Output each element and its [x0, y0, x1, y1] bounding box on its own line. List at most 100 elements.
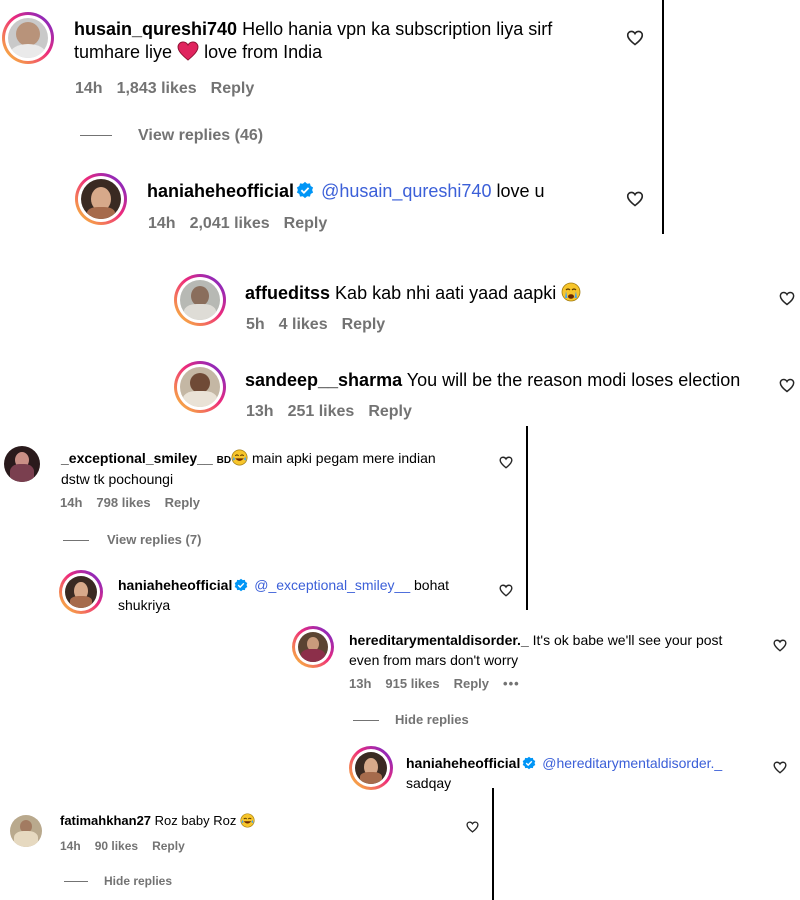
username[interactable]: husain_qureshi740	[74, 19, 237, 39]
comment-body: dstw tk pochoungi	[61, 470, 174, 487]
heart-outline-icon[interactable]	[626, 30, 644, 46]
reply-button[interactable]: Reply	[211, 80, 255, 97]
reply-button[interactable]: Reply	[165, 495, 200, 510]
reply-button[interactable]: Reply	[284, 215, 328, 232]
avatar[interactable]	[2, 12, 54, 64]
timestamp: 14h	[75, 80, 103, 97]
comment-body: tumhare liye	[74, 42, 173, 63]
like-count[interactable]: 915 likes	[385, 676, 439, 691]
comment-body: love u	[496, 181, 545, 201]
view-replies-label: View replies (7)	[107, 532, 202, 547]
heart-outline-icon[interactable]	[626, 191, 644, 207]
reply-button[interactable]: Reply	[342, 316, 386, 333]
timestamp: 5h	[246, 316, 265, 333]
comment-meta: 5h 4 likes Reply	[246, 316, 399, 334]
username[interactable]: affueditss	[245, 283, 330, 303]
comment-text: haniaheheofficial @_exceptional_smiley__…	[118, 575, 449, 616]
heart-outline-icon[interactable]	[499, 584, 513, 597]
view-replies-label: View replies (46)	[138, 127, 264, 144]
comment-meta: 14h 1,843 likes Reply	[75, 80, 268, 98]
username[interactable]: haniaheheofficial	[406, 755, 520, 771]
comment-body: bohat	[414, 577, 450, 593]
avatar[interactable]	[4, 446, 40, 482]
timestamp: 13h	[246, 403, 274, 420]
view-replies-button[interactable]: View replies (46)	[80, 127, 263, 145]
view-replies-button[interactable]: View replies (7)	[63, 532, 201, 547]
mention-link[interactable]: @_exceptional_smiley__	[254, 577, 410, 593]
heart-outline-icon[interactable]	[773, 639, 787, 652]
comment-meta: 14h 2,041 likes Reply	[148, 215, 341, 233]
verified-badge-icon	[235, 578, 248, 592]
country-badge: BD	[216, 455, 232, 466]
comment-text: haniaheheofficial @hereditarymentaldisor…	[406, 753, 722, 794]
reply-button[interactable]: Reply	[152, 839, 185, 853]
username[interactable]: _exceptional_smiley__	[61, 450, 213, 466]
hide-replies-label: Hide replies	[104, 874, 173, 888]
panel-divider	[492, 788, 494, 900]
comment-meta: 14h 798 likes Reply	[60, 495, 214, 510]
like-count[interactable]: 1,843 likes	[117, 80, 197, 97]
comment-text: affueditss Kab kab nhi aati yaad aapki	[245, 282, 581, 305]
avatar[interactable]	[10, 815, 42, 847]
username[interactable]: haniaheheofficial	[118, 577, 232, 593]
like-count[interactable]: 251 likes	[288, 403, 355, 420]
panel-divider	[526, 426, 528, 610]
heart-outline-icon[interactable]	[779, 291, 795, 306]
comment-body: Hello hania vpn ka subscription liya sir…	[242, 19, 553, 39]
hide-replies-label: Hide replies	[395, 712, 469, 727]
username[interactable]: hereditarymentaldisorder._	[349, 632, 529, 648]
avatar[interactable]	[292, 626, 334, 668]
comment-body: sadqay	[406, 775, 452, 792]
username[interactable]: fatimahkhan27	[60, 813, 151, 828]
comment-text: _exceptional_smiley__ BD main apki pegam…	[61, 448, 436, 489]
avatar[interactable]	[174, 274, 226, 326]
avatar[interactable]	[59, 570, 103, 614]
comment-body: shukriya	[118, 597, 171, 614]
reply-button[interactable]: Reply	[454, 676, 489, 691]
comment-body: Kab kab nhi aati yaad aapki	[335, 283, 557, 303]
comment-body: You will be the reason modi loses electi…	[406, 370, 741, 390]
more-options-icon[interactable]: •••	[503, 676, 520, 691]
laughing-face-emoji	[240, 813, 255, 828]
like-count[interactable]: 90 likes	[95, 839, 138, 853]
heart-outline-icon[interactable]	[779, 378, 795, 393]
like-count[interactable]: 2,041 likes	[190, 215, 270, 232]
comment-text: husain_qureshi740 Hello hania vpn ka sub…	[74, 18, 634, 65]
comment-text: hereditarymentaldisorder._ It's ok babe …	[349, 630, 722, 671]
laughing-face-emoji	[231, 449, 248, 466]
comment-text: fatimahkhan27 Roz baby Roz	[60, 813, 255, 830]
timestamp: 14h	[148, 215, 176, 232]
heart-outline-icon[interactable]	[499, 456, 513, 469]
comment-meta: 13h 251 likes Reply	[246, 403, 426, 421]
comment-body: even from mars don't worry	[349, 652, 519, 669]
comment-meta: 13h 915 likes Reply •••	[349, 676, 534, 691]
comment-body: main apki pegam mere indian	[252, 450, 436, 466]
mention-link[interactable]: @hereditarymentaldisorder._	[542, 755, 722, 771]
comment-text: haniaheheofficial @husain_qureshi740 lov…	[147, 180, 545, 203]
username[interactable]: haniaheheofficial	[147, 181, 294, 201]
avatar[interactable]	[174, 361, 226, 413]
comment-meta: 14h 90 likes Reply	[60, 839, 199, 853]
panel-divider	[662, 0, 664, 234]
heart-outline-icon[interactable]	[773, 761, 787, 774]
mention-link[interactable]: @husain_qureshi740	[321, 181, 491, 201]
avatar[interactable]	[75, 173, 127, 225]
like-count[interactable]: 4 likes	[279, 316, 328, 333]
timestamp: 14h	[60, 839, 81, 853]
comment-body: love from India	[204, 42, 323, 63]
heart-outline-icon[interactable]	[466, 821, 479, 833]
timestamp: 13h	[349, 676, 372, 691]
avatar[interactable]	[349, 746, 393, 790]
verified-badge-icon	[523, 756, 536, 770]
username[interactable]: sandeep__sharma	[245, 370, 402, 390]
verified-badge-icon	[296, 181, 314, 199]
red-heart-emoji	[177, 41, 199, 62]
comment-body: It's ok babe we'll see your post	[532, 632, 723, 648]
like-count[interactable]: 798 likes	[96, 495, 150, 510]
comment-body: Roz baby Roz	[154, 813, 237, 828]
hide-replies-button[interactable]: Hide replies	[353, 712, 469, 727]
reply-button[interactable]: Reply	[368, 403, 412, 420]
crying-face-emoji	[561, 282, 581, 302]
timestamp: 14h	[60, 495, 83, 510]
hide-replies-button[interactable]: Hide replies	[64, 874, 172, 888]
